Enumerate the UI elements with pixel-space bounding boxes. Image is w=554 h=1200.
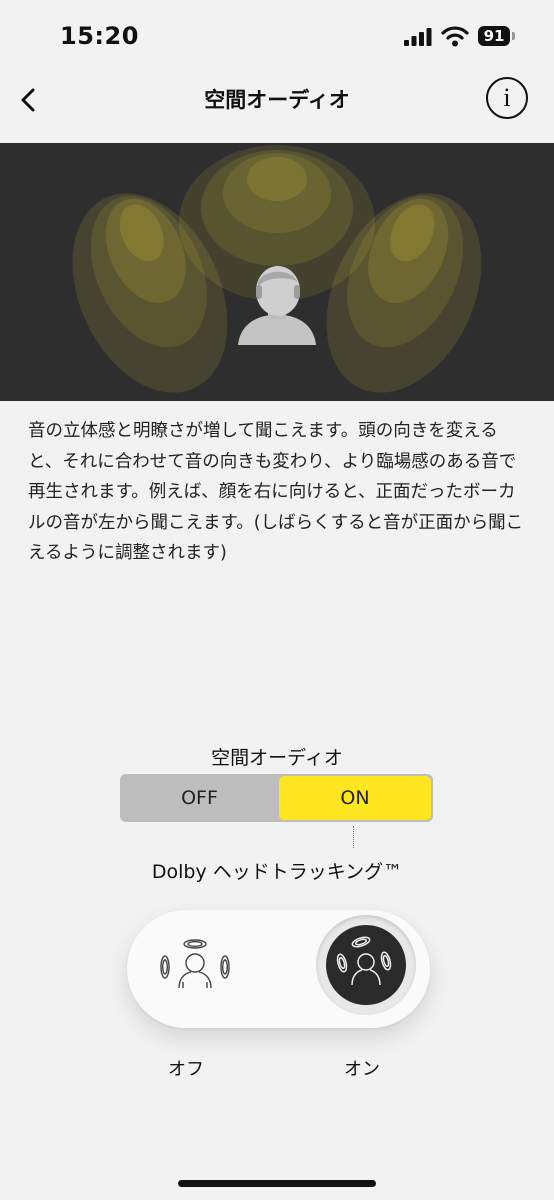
sound-field-graphic: [72, 145, 482, 393]
head-tracking-on-inner: [326, 925, 406, 1005]
signal-icon: [404, 28, 432, 46]
page-title: 空間オーディオ: [204, 88, 350, 112]
feature-description: 音の立体感と明瞭さが増して聞こえます。頭の向きを変えると、それに合わせて音の向き…: [28, 421, 524, 563]
spatial-audio-toggle[interactable]: OFF ON: [120, 774, 433, 822]
head-tracking-label: Dolby ヘッドトラッキング™: [151, 861, 403, 883]
spatial-audio-label: 空間オーディオ: [211, 747, 343, 769]
info-icon[interactable]: i: [486, 77, 528, 119]
status-time: 15:20: [60, 22, 139, 50]
battery-nub: [512, 32, 515, 40]
home-indicator[interactable]: [178, 1180, 376, 1187]
battery-icon: 91: [478, 26, 510, 46]
nav-bar: 空間オーディオ i: [0, 70, 554, 142]
status-bar: 15:20 91: [0, 0, 554, 70]
head-tracking-on-button[interactable]: [316, 915, 416, 1015]
toggle-on-option[interactable]: ON: [279, 776, 431, 820]
spatial-audio-illustration: [0, 143, 554, 401]
toggle-off-option[interactable]: OFF: [122, 776, 277, 820]
wifi-icon: [441, 26, 469, 47]
dotted-connector: [353, 826, 354, 848]
head-tracking-on-icon: [336, 936, 392, 986]
head-tracking-off-icon[interactable]: [150, 925, 240, 1015]
head-tracking-on-label: オン: [344, 1059, 380, 1080]
head-tracking-off-label: オフ: [168, 1059, 204, 1080]
